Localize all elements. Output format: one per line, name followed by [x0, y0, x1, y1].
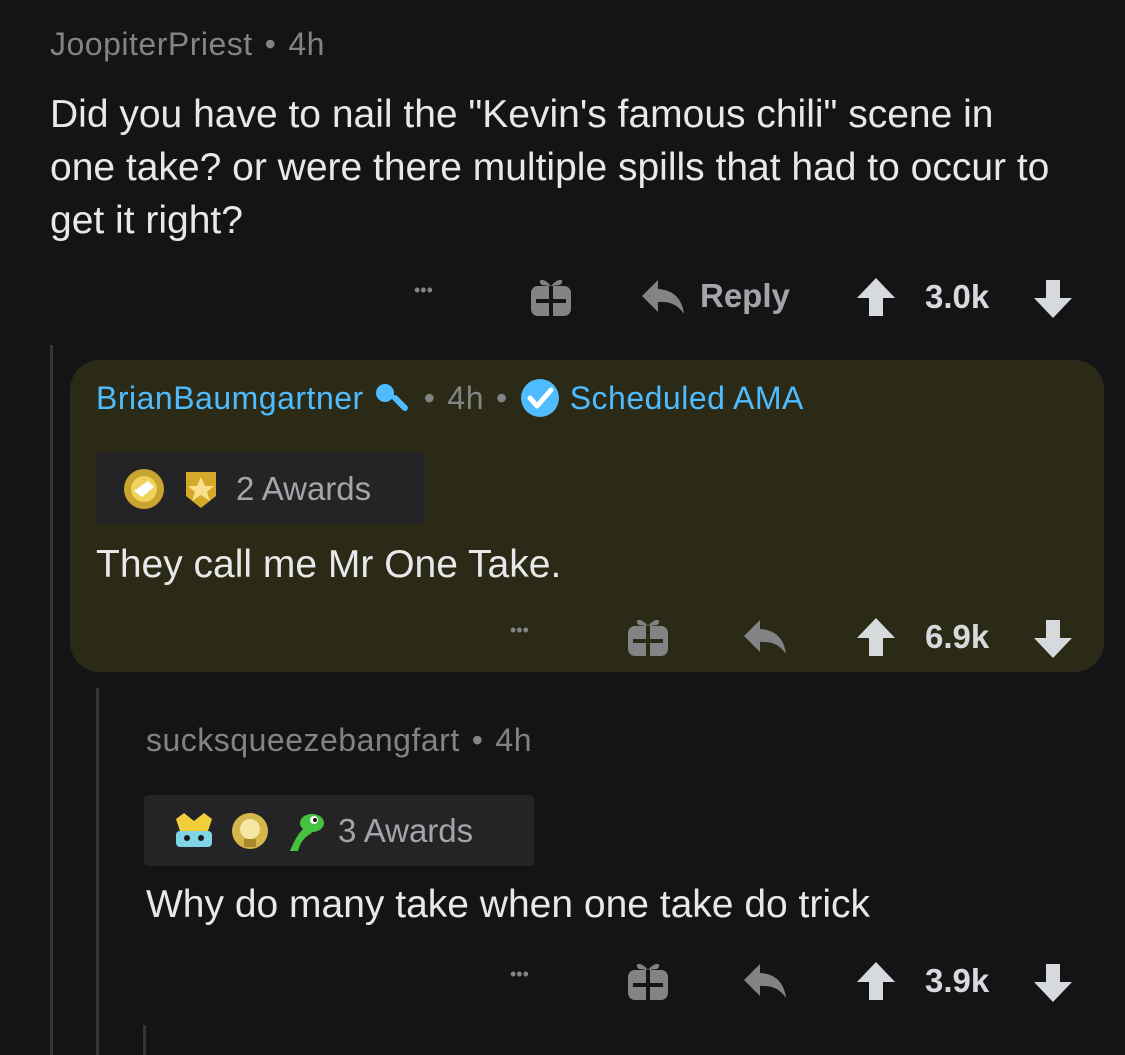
- comment-1-actions: ••• Reply 3.0k: [0, 268, 1125, 328]
- award-icon: [186, 471, 216, 508]
- comment-2-score: 6.9k: [925, 618, 989, 656]
- give-award-button[interactable]: [528, 276, 574, 318]
- more-options-button[interactable]: •••: [510, 620, 529, 641]
- thread-line-level-3[interactable]: [143, 1025, 146, 1055]
- comment-2-actions: ••• 6.9k: [0, 608, 1125, 668]
- comment-1-meta: JoopiterPriest • 4h: [50, 26, 325, 63]
- reply-icon: [744, 964, 786, 998]
- comment-3-username[interactable]: sucksqueezebangfart: [146, 722, 460, 758]
- verified-check-icon: [520, 379, 559, 417]
- downvote-icon: [1034, 964, 1072, 1002]
- upvote-icon: [857, 618, 895, 656]
- upvote-button[interactable]: [855, 276, 897, 318]
- score-value: 6.9k: [925, 618, 990, 655]
- more-options-button[interactable]: •••: [414, 280, 433, 301]
- comment-2-age: 4h: [447, 379, 484, 416]
- comment-3-awards[interactable]: 3 Awards: [144, 795, 534, 866]
- meta-separator: •: [423, 379, 436, 416]
- gift-icon: [628, 963, 668, 1000]
- comment-2-awards[interactable]: 2 Awards: [96, 453, 425, 524]
- meta-separator: •: [495, 379, 508, 416]
- scheduled-ama-flair[interactable]: Scheduled AMA: [570, 380, 804, 417]
- upvote-button[interactable]: [855, 616, 897, 658]
- thread-line-level-1[interactable]: [50, 345, 53, 1055]
- comment-3-age: 4h: [495, 722, 532, 758]
- downvote-button[interactable]: [1032, 962, 1074, 1004]
- more-icon: •••: [510, 964, 529, 984]
- awards-count: 2 Awards: [236, 469, 372, 507]
- reply-button[interactable]: Reply: [640, 276, 790, 316]
- comment-3-body: Why do many take when one take do trick: [146, 883, 871, 926]
- comment-2-username[interactable]: BrianBaumgartner: [96, 380, 364, 417]
- score-value: 3.9k: [925, 962, 990, 999]
- upvote-icon: [857, 962, 895, 1000]
- upvote-icon: [857, 278, 895, 316]
- downvote-button[interactable]: [1032, 278, 1074, 320]
- score-value: 3.0k: [925, 278, 990, 315]
- comment-2-meta: BrianBaumgartner • 4h • Scheduled AMA: [96, 378, 804, 418]
- give-award-button[interactable]: [625, 960, 671, 1002]
- more-icon: •••: [414, 280, 433, 300]
- upvote-button[interactable]: [855, 960, 897, 1002]
- awards-count: 3 Awards: [338, 811, 474, 849]
- gift-icon: [628, 619, 668, 656]
- comment-1-age: 4h: [288, 26, 325, 62]
- award-icon: [232, 812, 268, 849]
- reply-button[interactable]: [742, 960, 788, 1000]
- award-icon: [124, 468, 164, 509]
- downvote-button[interactable]: [1032, 618, 1074, 660]
- comment-1-username[interactable]: JoopiterPriest: [50, 26, 253, 62]
- award-icon: [290, 813, 324, 851]
- reply-button[interactable]: [742, 616, 788, 656]
- reply-label: Reply: [700, 277, 790, 314]
- comment-3-actions: ••• 3.9k: [0, 952, 1125, 1012]
- more-options-button[interactable]: •••: [510, 964, 529, 985]
- reply-icon: [744, 620, 786, 654]
- comment-3-meta: sucksqueezebangfart • 4h: [146, 722, 532, 759]
- gift-icon: [531, 279, 571, 316]
- comment-1-body: Did you have to nail the "Kevin's famous…: [50, 93, 1050, 242]
- downvote-icon: [1034, 620, 1072, 658]
- meta-separator: •: [471, 722, 484, 758]
- more-icon: •••: [510, 620, 529, 640]
- comment-2-body: They call me Mr One Take.: [96, 543, 562, 586]
- give-award-button[interactable]: [625, 616, 671, 658]
- comment-1-score: 3.0k: [925, 278, 989, 316]
- comment-3-score: 3.9k: [925, 962, 989, 1000]
- reply-icon: [642, 280, 684, 314]
- downvote-icon: [1034, 280, 1072, 318]
- microphone-icon: [375, 384, 408, 411]
- award-icon: [176, 812, 212, 847]
- meta-separator: •: [264, 26, 277, 62]
